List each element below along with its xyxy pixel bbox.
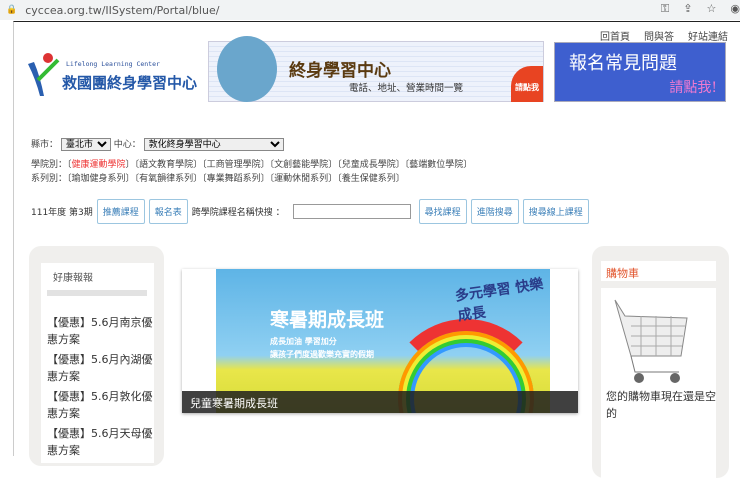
deal-item[interactable]: 【優惠】5.6月天母優惠方案 — [47, 425, 154, 459]
series-link[interactable]: 養生保健系列 — [342, 174, 396, 184]
quick-search-label: 跨學院課程名稱快搜 ： — [191, 208, 285, 218]
slide-title: 寒暑期成長班 — [270, 309, 385, 331]
centers-banner[interactable]: 終身學習中心 電話、地址、營業時間一覽 請點我 — [208, 36, 544, 102]
center-label: 中心： — [113, 140, 141, 150]
banner-cta: 請點我 — [511, 66, 543, 102]
extension-icon[interactable]: ◉ — [730, 2, 740, 16]
slide-caption[interactable]: 兒童寒暑期成長班 — [182, 391, 578, 413]
college-link[interactable]: 健康運動學院 — [72, 160, 126, 170]
series-link[interactable]: 專業舞蹈系列 — [207, 174, 261, 184]
online-course-button[interactable]: 搜尋線上課程 — [522, 199, 589, 224]
category-links: 學院別：〔健康運動學院〕〔語文教育學院〕〔工商管理學院〕〔文創藝能學院〕〔兒童成… — [31, 160, 473, 184]
deal-item[interactable]: 【優惠】5.6月敦化優惠方案 — [47, 388, 154, 422]
lock-icon: 🔒 — [6, 5, 18, 15]
deals-title: 好康報報 — [53, 273, 93, 284]
address-bar[interactable]: 🔒 cyccea.org.tw/IISystem/Portal/blue/ ⚿ ⇪… — [0, 0, 740, 20]
slide-sub1: 成長加油 學習加分 — [270, 337, 337, 346]
series-link[interactable]: 有氧韻律系列 — [139, 174, 193, 184]
find-course-button[interactable]: 尋找課程 — [418, 199, 467, 224]
faq-banner-title: 報名常見問題 — [569, 53, 677, 74]
home-link[interactable]: 回首頁 — [600, 28, 630, 43]
faq-link[interactable]: 問與答 — [644, 28, 674, 43]
shopping-cart-icon — [614, 299, 688, 383]
deals-panel: 好康報報 【優惠】5.6月南京優惠方案 【優惠】5.6月內湖優惠方案 【優惠】5.6… — [29, 246, 164, 466]
banner-title: 終身學習中心 — [289, 61, 391, 81]
logo-figure-icon — [28, 53, 60, 96]
series-label: 系列別： — [31, 174, 68, 184]
city-label: 縣市： — [31, 140, 59, 150]
filters: 縣市： 臺北市 中心： 敦化終身學習中心 — [31, 137, 284, 151]
faq-banner-cta: 請點我! — [669, 80, 717, 96]
college-link[interactable]: 兒童成長學院 — [342, 160, 396, 170]
recommend-button[interactable]: 推薦課程 — [96, 199, 145, 224]
promo-slider[interactable]: 寒暑期成長班 成長加油 學習加分 讓孩子們度過歡樂充實的假期 多元學習 快樂成長 … — [182, 269, 578, 413]
college-link[interactable]: 文創藝能學院 — [274, 160, 328, 170]
slide-sub2: 讓孩子們度過歡樂充實的假期 — [270, 350, 374, 359]
faq-banner[interactable]: 報名常見問題 請點我! — [554, 42, 726, 102]
cart-title: 購物車 — [601, 261, 716, 281]
city-select[interactable]: 臺北市 — [60, 138, 111, 151]
advanced-search-button[interactable]: 進階搜尋 — [470, 199, 519, 224]
college-link[interactable]: 語文教育學院 — [139, 160, 193, 170]
search-bar: 111年度 第3期 推薦課程 報名表 跨學院課程名稱快搜 ： 尋找課程 進階搜尋… — [31, 199, 589, 224]
logo-zh: 救國團終身學習中心 — [62, 74, 198, 92]
star-icon[interactable]: ☆ — [707, 2, 717, 16]
college-link[interactable]: 工商管理學院 — [207, 160, 261, 170]
deal-item[interactable]: 【優惠】5.6月內湖優惠方案 — [47, 351, 154, 385]
series-link[interactable]: 瑜珈健身系列 — [72, 174, 126, 184]
signpost-icon — [217, 36, 277, 102]
college-label: 學院別： — [31, 160, 68, 170]
course-search-input[interactable] — [292, 204, 411, 219]
url-text[interactable]: cyccea.org.tw/IISystem/Portal/blue/ — [25, 4, 219, 17]
share-icon[interactable]: ⇪ — [683, 2, 692, 16]
page: 回首頁 問與答 好站連結 Lifelong Learning Center 救國… — [13, 21, 740, 478]
site-logo[interactable]: Lifelong Learning Center 救國團終身學習中心 — [24, 50, 204, 100]
cart-empty-message: 您的購物車現在還是空的 — [606, 390, 716, 420]
banner-subtitle: 電話、地址、營業時間一覽 — [349, 83, 464, 94]
slide-badge: 多元學習 快樂成長 — [454, 276, 545, 325]
key-icon[interactable]: ⚿ — [661, 2, 669, 16]
series-link[interactable]: 運動休閒系列 — [274, 174, 328, 184]
center-select[interactable]: 敦化終身學習中心 — [143, 138, 284, 151]
college-link[interactable]: 藝端數位學院 — [409, 160, 463, 170]
form-button[interactable]: 報名表 — [148, 199, 188, 224]
partner-links[interactable]: 好站連結 — [688, 28, 728, 43]
term-label: 111年度 第3期 — [31, 208, 93, 218]
deal-item[interactable]: 【優惠】5.6月南京優惠方案 — [47, 314, 154, 348]
logo-en: Lifelong Learning Center — [66, 60, 160, 68]
top-links: 回首頁 問與答 好站連結 — [600, 28, 728, 43]
cart-panel: 購物車 您的購物車現在還是空的 — [592, 246, 729, 478]
